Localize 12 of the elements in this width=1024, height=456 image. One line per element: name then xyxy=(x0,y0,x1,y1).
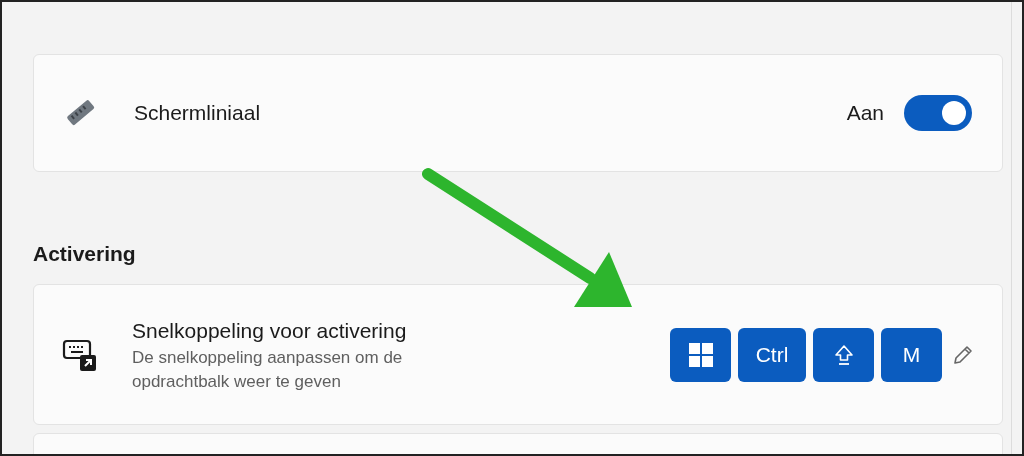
toggle-switch[interactable] xyxy=(904,95,972,131)
section-heading: Activering xyxy=(33,241,137,267)
toggle-state-label: Aan xyxy=(846,100,884,127)
shift-arrow-icon xyxy=(833,343,854,366)
windows-logo-icon xyxy=(688,342,713,367)
edit-pencil-icon[interactable] xyxy=(952,343,974,366)
setting-label: Schermliniaal xyxy=(134,100,261,127)
setting-title: Snelkoppeling voor activering xyxy=(132,317,408,344)
keyboard-shortcut-icon xyxy=(62,337,98,372)
keyboard-key: M xyxy=(881,327,942,382)
setting-description: De snelkoppeling aanpassen om de opdrachtbalk weer te geven xyxy=(132,346,404,393)
keyboard-key: Ctrl xyxy=(738,327,806,382)
